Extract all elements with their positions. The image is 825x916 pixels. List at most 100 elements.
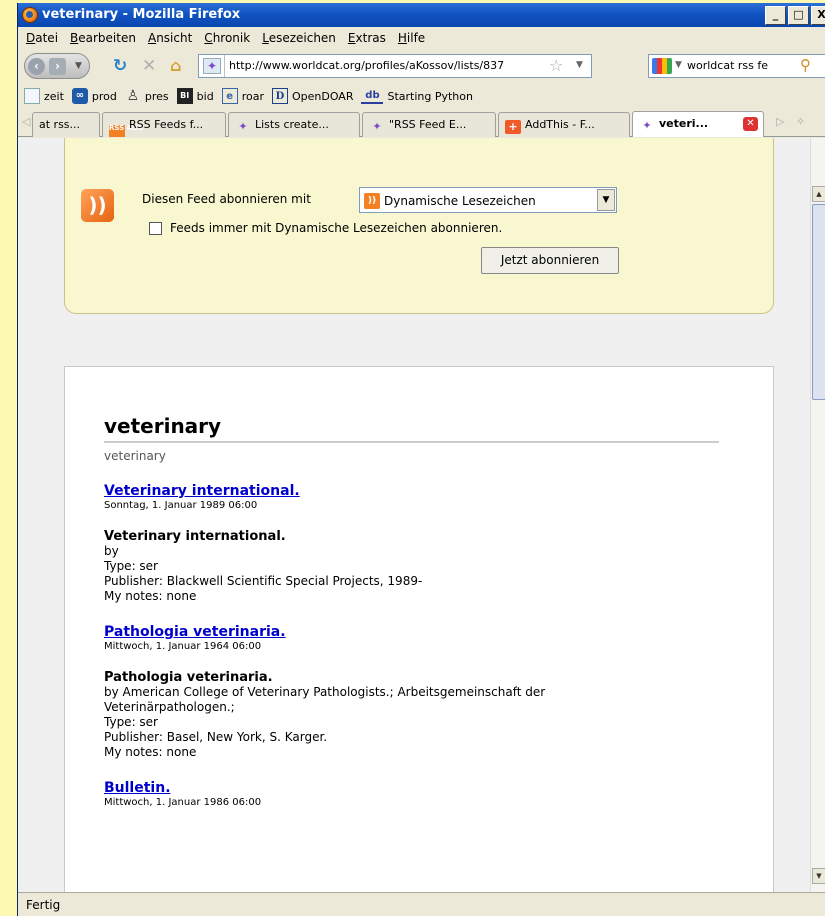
- status-text: Fertig: [26, 898, 61, 912]
- entry-date: Mittwoch, 1. Januar 1964 06:00: [104, 641, 262, 652]
- google-icon[interactable]: [652, 58, 672, 74]
- forward-button[interactable]: ›: [49, 58, 66, 75]
- menu-bearbeiten[interactable]: Bearbeiten: [66, 31, 144, 45]
- site-identity-icon[interactable]: ✦: [203, 58, 221, 74]
- db-icon: db: [361, 88, 384, 104]
- search-input[interactable]: worldcat rss fe: [687, 59, 768, 72]
- subscribe-now-button[interactable]: Jetzt abonnieren: [481, 247, 619, 274]
- history-dropdown-icon[interactable]: ▼: [75, 61, 82, 71]
- scroll-thumb[interactable]: [812, 204, 825, 400]
- bid-icon: BI: [176, 88, 193, 104]
- feed-subtitle: veterinary: [104, 449, 166, 463]
- entry-author: by: [104, 544, 119, 558]
- menu-bar: Datei Bearbeiten Ansicht Chronik Lesezei…: [18, 27, 825, 49]
- checkbox[interactable]: [149, 221, 162, 235]
- bookmark-zeit[interactable]: zeit: [24, 88, 64, 104]
- feed-entry: Bulletin. Mittwoch, 1. Januar 1986 06:00: [104, 780, 719, 808]
- bookmark-star-icon[interactable]: ☆: [549, 56, 563, 75]
- tab-rss-feeds[interactable]: RSS 4LibRSS Feeds f...: [102, 112, 226, 137]
- entry-date: Mittwoch, 1. Januar 1986 06:00: [104, 797, 262, 808]
- feed-subscribe-box: )) Diesen Feed abonnieren mit )) Dynamis…: [64, 138, 774, 314]
- all-tabs-icon[interactable]: ✧: [796, 115, 805, 128]
- page-content: )) Diesen Feed abonnieren mit )) Dynamis…: [18, 138, 810, 892]
- entry-author-cont: Veterinärpathologen.;: [104, 700, 235, 714]
- url-text[interactable]: http://www.worldcat.org/profiles/aKossov…: [229, 59, 547, 72]
- entry-publisher: Publisher: Basel, New York, S. Karger.: [104, 730, 328, 744]
- entry-link[interactable]: Veterinary international.: [104, 483, 300, 499]
- entry-type: Type: ser: [104, 559, 158, 573]
- stop-icon[interactable]: ✕: [142, 57, 156, 75]
- menu-datei[interactable]: Datei: [22, 31, 66, 45]
- roar-icon: e: [221, 88, 238, 104]
- chevron-down-icon[interactable]: ▼: [597, 189, 615, 211]
- entry-body: Pathologia veterinaria. by American Coll…: [104, 670, 719, 760]
- search-icon[interactable]: ⚲: [800, 56, 811, 74]
- tab-scroll-left-icon[interactable]: ◁: [22, 115, 30, 128]
- tab-lists-created[interactable]: ✦ Lists create...: [228, 112, 360, 137]
- search-engine-dropdown-icon[interactable]: ▼: [675, 60, 682, 70]
- status-bar: Fertig: [18, 892, 825, 916]
- prod-icon: ∞: [71, 88, 88, 104]
- tab-addthis[interactable]: + AddThis - F...: [498, 112, 630, 137]
- entry-body-title: Pathologia veterinaria.: [104, 670, 273, 685]
- scroll-down-icon[interactable]: ▼: [812, 868, 825, 884]
- entry-author: by American College of Veterinary Pathol…: [104, 685, 546, 699]
- vertical-scrollbar[interactable]: ▲ ▼: [810, 138, 825, 892]
- tab-veterinary[interactable]: ✦ veteri... ✕: [632, 111, 764, 137]
- menu-hilfe[interactable]: Hilfe: [394, 31, 433, 45]
- entry-notes: My notes: none: [104, 589, 197, 603]
- title-bar: veterinary - Mozilla Firefox _ □ X: [18, 3, 825, 27]
- worldcat-icon: ✦: [642, 119, 652, 132]
- bookmark-opendoar[interactable]: D OpenDOAR: [271, 88, 353, 104]
- url-bar[interactable]: ✦ http://www.worldcat.org/profiles/aKoss…: [198, 54, 592, 78]
- entry-link[interactable]: Pathologia veterinaria.: [104, 624, 286, 640]
- always-subscribe-label: Feeds immer mit Dynamische Lesezeichen a…: [170, 221, 503, 235]
- minimize-button[interactable]: _: [765, 6, 786, 25]
- entry-date: Sonntag, 1. Januar 1989 06:00: [104, 500, 258, 511]
- close-tab-icon[interactable]: ✕: [743, 117, 758, 131]
- tab-scroll-right-icon[interactable]: ▷: [776, 115, 784, 128]
- close-button[interactable]: X: [811, 6, 825, 25]
- bookmark-prod[interactable]: ∞ prod: [71, 88, 117, 104]
- bookmark-bid[interactable]: BI bid: [176, 88, 214, 104]
- entry-link[interactable]: Bulletin.: [104, 780, 171, 796]
- rss-icon: RSS 4Lib: [109, 125, 143, 137]
- addthis-icon: +: [505, 120, 521, 134]
- entry-body-title: Veterinary international.: [104, 529, 286, 544]
- tab-worldcat-rss[interactable]: at rss...: [32, 112, 100, 137]
- window-title: veterinary - Mozilla Firefox: [42, 7, 241, 22]
- scroll-up-icon[interactable]: ▲: [812, 186, 825, 202]
- entry-type: Type: ser: [104, 715, 158, 729]
- bookmark-roar[interactable]: e roar: [221, 88, 264, 104]
- menu-chronik[interactable]: Chronik: [200, 31, 258, 45]
- entry-publisher: Publisher: Blackwell Scientific Special …: [104, 574, 423, 588]
- menu-lesezeichen[interactable]: Lesezeichen: [258, 31, 344, 45]
- entry-body: Veterinary international. by Type: ser P…: [104, 529, 719, 604]
- bookmarks-toolbar: zeit ∞ prod ♙ pres BI bid e roar D OpenD…: [18, 83, 825, 109]
- always-subscribe-checkbox[interactable]: Feeds immer mit Dynamische Lesezeichen a…: [149, 221, 502, 235]
- menu-extras[interactable]: Extras: [344, 31, 394, 45]
- menu-ansicht[interactable]: Ansicht: [144, 31, 200, 45]
- maximize-button[interactable]: □: [788, 6, 809, 25]
- home-icon[interactable]: ⌂: [170, 57, 181, 75]
- firefox-icon: [22, 7, 38, 23]
- live-bookmarks-icon: )): [364, 193, 380, 209]
- bookmark-pres[interactable]: ♙ pres: [125, 88, 169, 104]
- tab-rss-feed-e[interactable]: ✦ "RSS Feed E...: [362, 112, 496, 137]
- reader-select[interactable]: )) Dynamische Lesezeichen ▼: [359, 187, 617, 213]
- feed-entry: Pathologia veterinaria. Mittwoch, 1. Jan…: [104, 624, 719, 760]
- window-controls: _ □ X: [765, 6, 825, 25]
- browser-window: veterinary - Mozilla Firefox _ □ X Datei…: [17, 3, 825, 916]
- url-dropdown-icon[interactable]: ▼: [576, 60, 583, 70]
- feed-content-card: veterinary veterinary Veterinary interna…: [64, 366, 774, 892]
- worldcat-icon: ✦: [372, 120, 382, 133]
- search-bar[interactable]: ▼ worldcat rss fe ⚲: [648, 54, 825, 78]
- worldcat-icon: ✦: [238, 120, 248, 133]
- back-forward-group: ‹ › ▼: [24, 53, 90, 79]
- opendoar-icon: D: [271, 88, 288, 104]
- rss-icon: )): [81, 189, 114, 222]
- bookmark-starting-python[interactable]: db Starting Python: [361, 88, 473, 104]
- reload-icon[interactable]: ↻: [113, 57, 127, 75]
- back-button[interactable]: ‹: [28, 58, 45, 75]
- penguin-icon: ♙: [126, 88, 140, 104]
